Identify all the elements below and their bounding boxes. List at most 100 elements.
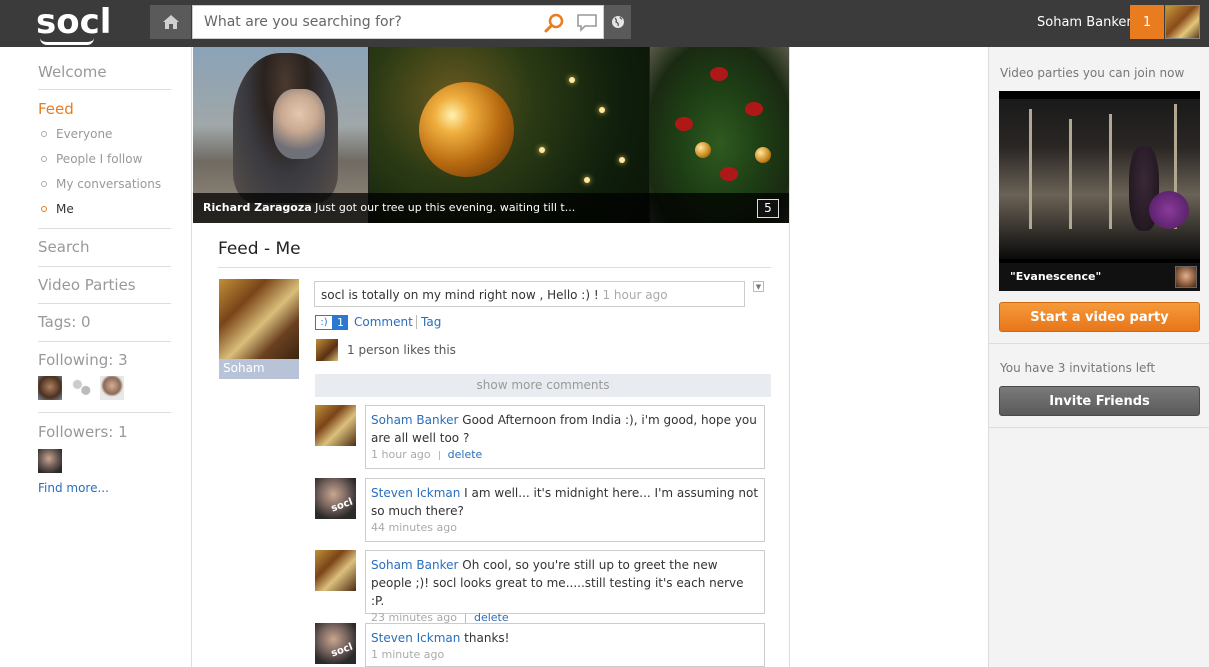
comment-body: Soham Banker Oh cool, so you're still up… <box>371 556 759 610</box>
likes-summary: 1 person likes this <box>347 343 456 357</box>
home-icon <box>162 15 179 29</box>
divider <box>416 315 417 329</box>
following-avatars <box>38 376 171 412</box>
show-more-comments-button[interactable]: show more comments <box>315 374 771 397</box>
logo-text: socl <box>36 2 112 42</box>
bow-shape <box>745 102 763 116</box>
commenter-name[interactable]: Soham Banker <box>371 558 458 572</box>
bullet-icon <box>41 156 47 162</box>
nav-followers[interactable]: Followers: 1 <box>38 413 171 449</box>
following-avatar[interactable] <box>100 376 125 400</box>
video-scarf <box>1149 191 1189 229</box>
light-dot <box>539 147 545 153</box>
chevron-down-icon: ▼ <box>755 283 762 291</box>
tag-link[interactable]: Tag <box>421 315 441 329</box>
column-divider <box>789 47 790 667</box>
nav-label: My conversations <box>56 177 162 191</box>
nav-video-parties[interactable]: Video Parties <box>38 267 171 303</box>
following-avatar[interactable] <box>69 376 94 400</box>
smile-icon: :) <box>315 315 333 330</box>
post-author-label: Soham <box>223 361 265 375</box>
search-icon[interactable] <box>544 12 566 38</box>
chat-icon[interactable] <box>576 13 598 37</box>
commenter-avatar[interactable] <box>315 405 356 446</box>
bridge-cable <box>1109 114 1112 229</box>
bullet-icon <box>41 206 47 212</box>
post-message: socl is totally on my mind right now , H… <box>321 288 599 302</box>
commenter-avatar[interactable] <box>315 550 356 591</box>
socl-logo[interactable]: socl <box>36 2 112 45</box>
feed-submenu: Everyone People I follow My conversation… <box>38 122 171 222</box>
light-dot <box>599 107 605 113</box>
like-count: 1 <box>333 315 348 330</box>
bullet-icon <box>41 181 47 187</box>
banner-caption-text: Just got our tree up this evening. waiti… <box>315 201 576 214</box>
photo-banner[interactable]: Richard Zaragoza Just got our tree up th… <box>193 47 789 223</box>
comment-body: Steven Ickman I am well... it's midnight… <box>371 484 759 520</box>
divider <box>438 450 440 460</box>
commenter-avatar[interactable]: socl <box>315 478 356 519</box>
logo-mark: socl <box>329 496 355 515</box>
find-more-link[interactable]: Find more... <box>38 481 109 495</box>
right-panel: Video parties you can join now "Evanesce… <box>988 47 1209 667</box>
commenter-name[interactable]: Soham Banker <box>371 413 458 427</box>
nav-search[interactable]: Search <box>38 229 171 266</box>
column-divider <box>191 47 192 667</box>
post-author-avatar[interactable]: Soham <box>219 279 299 379</box>
commenter-name[interactable]: Steven Ickman <box>371 486 460 500</box>
commenter-avatar[interactable]: socl <box>315 623 356 664</box>
video-party-title: "Evanescence" <box>999 263 1200 291</box>
bridge-cable <box>1069 119 1072 229</box>
search-input[interactable] <box>204 6 534 38</box>
page-title: Feed - Me <box>218 239 301 259</box>
like-button[interactable]: :) 1 <box>315 315 348 330</box>
user-name[interactable]: Soham Banker <box>1037 15 1132 30</box>
nav-feed-my-conversations[interactable]: My conversations <box>38 172 171 197</box>
video-party-thumbnail[interactable]: "Evanescence" <box>999 91 1200 291</box>
post-options-button[interactable]: ▼ <box>753 281 764 292</box>
delete-link[interactable]: delete <box>448 448 483 461</box>
nav-label: People I follow <box>56 152 143 166</box>
comment-meta: 1 minute ago <box>371 648 759 661</box>
nav-feed-people-i-follow[interactable]: People I follow <box>38 147 171 172</box>
commenter-name[interactable]: Steven Ickman <box>371 631 460 645</box>
notification-badge[interactable]: 1 <box>1130 5 1164 39</box>
video-host-avatar[interactable] <box>1175 266 1197 288</box>
video-scene <box>999 99 1200 259</box>
bow-shape <box>675 117 693 131</box>
nav-feed-everyone[interactable]: Everyone <box>38 122 171 147</box>
bow-shape <box>710 67 728 81</box>
ornament-ball <box>695 142 711 158</box>
comment-link[interactable]: Comment <box>354 315 413 329</box>
follower-avatar[interactable] <box>38 449 62 473</box>
avatar-image <box>219 279 299 359</box>
logo-mark: socl <box>329 641 355 660</box>
user-avatar[interactable] <box>1165 5 1200 39</box>
following-avatar[interactable] <box>38 376 62 400</box>
left-nav: Welcome Feed Everyone People I follow My… <box>38 55 171 496</box>
light-dot <box>584 177 590 183</box>
banner-photo-count[interactable]: 5 <box>757 199 779 218</box>
nav-tags[interactable]: Tags: 0 <box>38 304 171 341</box>
comment-time: 1 minute ago <box>371 648 445 661</box>
start-video-party-button[interactable]: Start a video party <box>999 302 1200 332</box>
comment-body: Steven Ickman thanks! <box>371 629 759 647</box>
nav-welcome[interactable]: Welcome <box>38 55 171 89</box>
invite-friends-button[interactable]: Invite Friends <box>999 386 1200 416</box>
ornament-shape <box>419 82 514 177</box>
banner-author[interactable]: Richard Zaragoza <box>203 201 312 214</box>
nav-following[interactable]: Following: 3 <box>38 342 171 376</box>
globe-button[interactable] <box>604 5 631 39</box>
nav-label: Everyone <box>56 127 113 141</box>
comment-box: Soham Banker Oh cool, so you're still up… <box>365 550 765 624</box>
comment-time: 44 minutes ago <box>371 521 457 534</box>
invitations-left-text: You have 3 invitations left <box>1000 361 1156 375</box>
nav-feed-me[interactable]: Me <box>38 197 171 222</box>
globe-icon <box>611 16 624 28</box>
nav-label: Me <box>56 202 74 216</box>
home-button[interactable] <box>150 5 191 39</box>
liker-avatar[interactable] <box>316 339 338 361</box>
video-parties-heading: Video parties you can join now <box>1000 66 1185 80</box>
light-dot <box>569 77 575 83</box>
divider <box>989 427 1209 428</box>
